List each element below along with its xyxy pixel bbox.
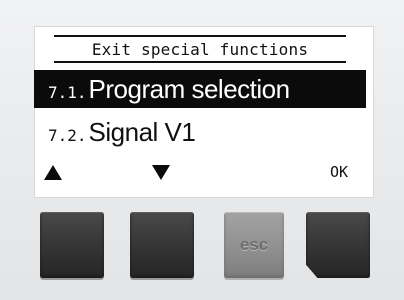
softkey-ok-label: OK xyxy=(329,163,349,181)
menu-item-label: Program selection xyxy=(88,73,291,104)
controller-device: Exit special functions 7.1. Program sele… xyxy=(0,0,404,300)
menu-header: Exit special functions xyxy=(54,35,346,63)
softkey-up xyxy=(40,159,66,185)
up-button[interactable] xyxy=(40,212,104,278)
menu-item-label: Signal V1 xyxy=(88,116,196,147)
ok-button[interactable] xyxy=(306,212,370,278)
lcd-display: Exit special functions 7.1. Program sele… xyxy=(34,26,374,198)
hardware-keys: esc xyxy=(0,212,404,282)
softkey-bar: OK xyxy=(34,159,366,185)
menu-item-number: 7.2. xyxy=(48,125,87,145)
down-button[interactable] xyxy=(130,212,194,278)
triangle-down-icon xyxy=(152,164,170,180)
menu-item-signal-v1[interactable]: 7.2. Signal V1 xyxy=(34,113,366,151)
esc-label: esc xyxy=(239,235,269,254)
softkey-down xyxy=(148,159,174,185)
esc-button[interactable]: esc xyxy=(224,212,284,278)
menu-item-program-selection[interactable]: 7.1. Program selection xyxy=(34,70,366,108)
triangle-up-icon xyxy=(44,164,62,180)
menu-item-number: 7.1. xyxy=(48,82,87,102)
